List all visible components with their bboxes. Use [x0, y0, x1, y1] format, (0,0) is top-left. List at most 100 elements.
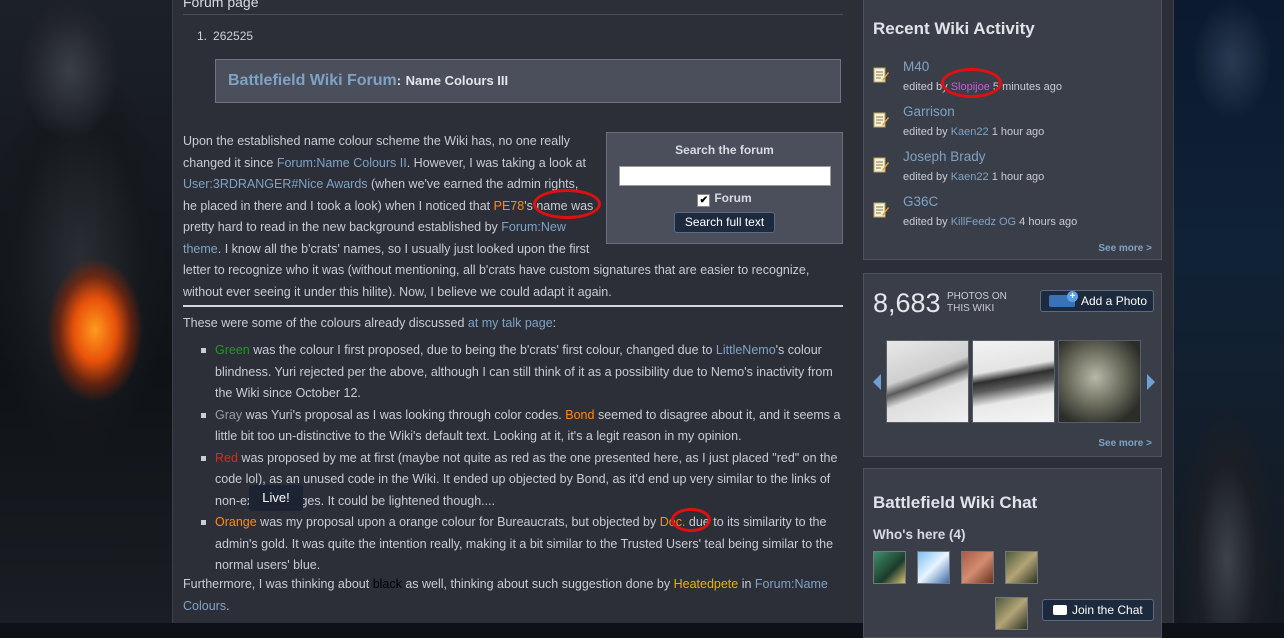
text-run: . I know all the b'crats' names, so I us…: [183, 241, 810, 299]
colour-name-black: black: [372, 577, 402, 591]
recent-activity-module: Recent Wiki Activity M40 edited by Slopi…: [863, 0, 1162, 260]
activity-title[interactable]: M40: [903, 59, 929, 74]
link-heatedpete[interactable]: Heatedpete: [674, 577, 739, 591]
join-chat-button[interactable]: Join the Chat: [1042, 599, 1154, 621]
link-bond[interactable]: Bond: [565, 408, 594, 422]
activity-title[interactable]: G36C: [903, 194, 938, 209]
list-item: Gray was Yuri's proposal as I was lookin…: [201, 405, 845, 448]
forum-checkbox[interactable]: ✔: [697, 194, 711, 207]
forum-checkbox-label: Forum: [714, 191, 752, 205]
forum-title-box: Battlefield Wiki Forum: Name Colours III: [215, 59, 841, 103]
colour-list: Green was the colour I first proposed, d…: [201, 340, 845, 577]
text-run: .: [226, 598, 230, 613]
add-photo-label: Add a Photo: [1081, 294, 1148, 308]
forum-checkbox-row[interactable]: ✔ Forum: [607, 191, 842, 207]
text-run: 1 hour ago: [988, 126, 1045, 138]
page-frame: Forum page 1. 262525 Battlefield Wiki For…: [172, 0, 1174, 638]
text-run: edited by: [903, 171, 951, 183]
background-art-right: [1172, 0, 1284, 623]
edit-page-icon: [873, 202, 889, 218]
photo-count-label: PHOTOS ON THIS WIKI: [947, 291, 1007, 314]
text-run: was my proposal upon a orange colour for…: [256, 515, 660, 529]
avatar[interactable]: [873, 551, 906, 584]
link-littlenemo[interactable]: LittleNemo: [716, 343, 776, 357]
search-title: Search the forum: [675, 143, 774, 157]
link-user-3rdranger[interactable]: User:3RDRANGER#Nice Awards: [183, 177, 368, 191]
link-talk-page[interactable]: at my talk page: [468, 316, 553, 330]
activity-meta: edited by KillFeedz OG 4 hours ago: [903, 216, 1077, 228]
edit-page-icon: [873, 157, 889, 173]
activity-user[interactable]: Kaen22: [951, 126, 989, 138]
see-more-link[interactable]: See more >: [1098, 438, 1152, 449]
list-item: Orange was my proposal upon a orange col…: [201, 512, 845, 577]
colours-intro-paragraph: These were some of the colours already d…: [183, 313, 843, 335]
activity-meta: edited by Kaen22 1 hour ago: [903, 171, 1044, 183]
link-doc[interactable]: Doc.: [660, 515, 686, 529]
avatar[interactable]: [961, 551, 994, 584]
activity-user[interactable]: Slopijoe: [951, 81, 990, 93]
text-run: 4 hours ago: [1016, 216, 1078, 228]
edit-page-icon: [873, 67, 889, 83]
colour-name-orange: Orange: [215, 515, 257, 529]
whos-here-label: Who's here (4): [873, 527, 966, 542]
carousel-prev-arrow-icon[interactable]: [873, 374, 881, 390]
forum-colon: :: [396, 73, 402, 88]
edit-page-icon: [873, 112, 889, 128]
search-input[interactable]: [618, 166, 831, 186]
avatar[interactable]: [995, 597, 1028, 630]
list-value: 262525: [213, 29, 254, 43]
text-run: edited by: [903, 126, 951, 138]
colour-name-red: Red: [215, 450, 238, 465]
text-run: :: [552, 316, 557, 330]
forum-link[interactable]: Battlefield Wiki Forum: [228, 72, 397, 89]
text-run: Furthermore, I was thinking about: [183, 577, 373, 591]
list-item: Green was the colour I first proposed, d…: [201, 340, 845, 405]
link-name-colours-ii[interactable]: Forum:Name Colours II: [277, 156, 407, 170]
text-run: was the colour I first proposed, due to …: [249, 343, 716, 357]
chat-bubble-icon: [1053, 605, 1067, 615]
intro-paragraph: Search the forum ✔ Forum Search full text…: [183, 131, 843, 303]
closing-paragraph: Furthermore, I was thinking about black …: [183, 574, 843, 617]
activity-title[interactable]: Joseph Brady: [903, 149, 986, 164]
list-number: 1.: [197, 29, 208, 43]
text-run: . However, I was taking a look at: [406, 155, 586, 170]
photo-thumbnail[interactable]: [1058, 340, 1141, 423]
text-run: in: [738, 577, 755, 591]
module-title: Recent Wiki Activity: [873, 19, 1035, 38]
activity-user[interactable]: Kaen22: [951, 171, 989, 183]
live-badge: Live!: [249, 485, 303, 511]
text-run: 1 hour ago: [988, 171, 1045, 183]
photos-module: 8,683 PHOTOS ON THIS WIKI Add a Photo Se…: [863, 273, 1162, 457]
background-art-left: [0, 0, 172, 623]
colour-name-gray: Gray: [215, 407, 243, 422]
text-run: 5 minutes ago: [989, 81, 1062, 93]
colour-name-green: Green: [215, 343, 250, 357]
carousel-next-arrow-icon[interactable]: [1147, 374, 1155, 390]
photo-thumbnail[interactable]: [972, 340, 1055, 423]
text-run: edited by: [903, 216, 951, 228]
avatar[interactable]: [1005, 551, 1038, 584]
join-chat-label: Join the Chat: [1072, 603, 1143, 617]
photo-thumbnail[interactable]: [886, 340, 969, 423]
add-photo-button[interactable]: Add a Photo: [1040, 290, 1154, 312]
photo-count: 8,683: [873, 288, 941, 318]
activity-meta: edited by Slopijoe 5 minutes ago: [903, 81, 1062, 93]
link-user-pe78[interactable]: PE78: [494, 199, 525, 213]
activity-title[interactable]: Garrison: [903, 104, 955, 119]
chat-module: Battlefield Wiki Chat Who's here (4) Joi…: [863, 468, 1162, 638]
add-photo-icon: [1049, 291, 1078, 307]
search-full-text-button[interactable]: Search full text: [673, 212, 776, 233]
text-run: edited by: [903, 81, 951, 93]
text-run: was Yuri's proposal as I was looking thr…: [242, 407, 566, 422]
forum-search-box: Search the forum ✔ Forum Search full text: [606, 132, 843, 244]
text-run: These were some of the colours already d…: [183, 316, 468, 330]
list-item: Red was proposed by me at first (maybe n…: [201, 448, 845, 513]
module-title: Battlefield Wiki Chat: [873, 493, 1038, 512]
forum-subject: Name Colours III: [405, 73, 509, 88]
activity-user[interactable]: KillFeedz OG: [951, 216, 1016, 228]
text-run: as well, thinking about such suggestion …: [401, 577, 674, 591]
see-more-link[interactable]: See more >: [1098, 243, 1152, 254]
avatar[interactable]: [917, 551, 950, 584]
divider: [183, 305, 843, 307]
text-run: was proposed by me at first (maybe not q…: [215, 450, 838, 508]
